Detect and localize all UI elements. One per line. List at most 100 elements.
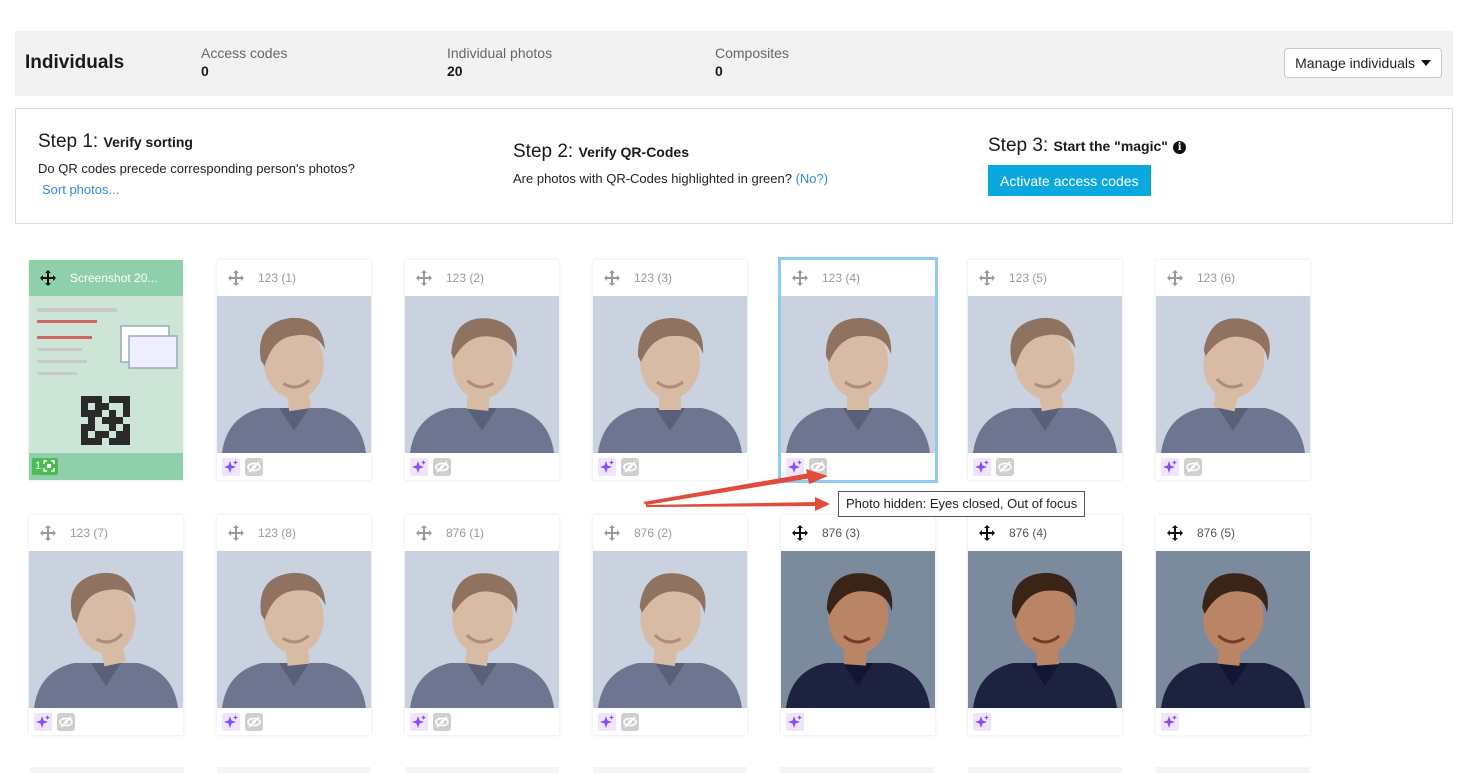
sort-photos-link[interactable]: Sort photos... (42, 182, 119, 197)
sparkle-icon[interactable] (1161, 458, 1179, 476)
move-icon[interactable] (40, 270, 56, 286)
eye-off-icon[interactable] (245, 713, 263, 731)
photo-name: Screenshot 20... (70, 271, 158, 285)
student-photo[interactable] (781, 551, 935, 708)
eye-off-icon[interactable] (1184, 458, 1202, 476)
eye-off-icon[interactable] (57, 713, 75, 731)
sparkle-icon[interactable] (222, 713, 240, 731)
photo-card[interactable]: 876 (1) (405, 515, 559, 735)
step-2: Step 2: Verify QR-Codes Are photos with … (513, 141, 828, 186)
student-photo[interactable] (217, 551, 371, 708)
student-photo[interactable] (217, 296, 371, 453)
photo-name: 123 (5) (1009, 271, 1048, 285)
photo-name: 123 (2) (446, 271, 485, 285)
photo-card[interactable]: 123 (7) (29, 515, 183, 735)
qr-no-link[interactable]: (No?) (796, 171, 829, 186)
eye-off-icon[interactable] (621, 458, 639, 476)
photo-name: 876 (1) (446, 526, 485, 540)
composites-value: 0 (715, 63, 723, 79)
photo-card[interactable]: 123 (8) (217, 515, 371, 735)
card-peek (217, 767, 371, 773)
sparkle-icon[interactable] (786, 713, 804, 731)
move-icon[interactable] (604, 270, 620, 286)
eye-off-icon[interactable] (996, 458, 1014, 476)
access-codes-label: Access codes (201, 45, 288, 61)
sparkle-icon[interactable] (598, 458, 616, 476)
photo-card[interactable]: 876 (2) (593, 515, 747, 735)
move-icon[interactable] (1167, 270, 1183, 286)
sparkle-icon[interactable] (410, 713, 428, 731)
photo-card[interactable]: 876 (5) (1156, 515, 1310, 735)
qr-code-card[interactable]: Screenshot 20... 1 (29, 260, 183, 480)
card-header: 123 (1) (217, 260, 371, 296)
card-peek (780, 767, 934, 773)
student-photo[interactable] (29, 551, 183, 708)
move-icon[interactable] (416, 525, 432, 541)
qr-code-image[interactable] (29, 296, 183, 453)
card-footer (593, 708, 747, 735)
steps-panel: Step 1: Verify sorting Do QR codes prece… (15, 108, 1453, 224)
photo-card[interactable]: 123 (4) (778, 257, 938, 483)
move-icon[interactable] (40, 525, 56, 541)
photo-card[interactable]: 876 (3) (781, 515, 935, 735)
photo-card[interactable]: 123 (2) (405, 260, 559, 480)
student-photo[interactable] (1156, 296, 1310, 453)
move-icon[interactable] (228, 270, 244, 286)
card-header: 876 (2) (593, 515, 747, 551)
photo-card[interactable]: 123 (6) (1156, 260, 1310, 480)
move-icon[interactable] (604, 525, 620, 541)
qr-scan-icon (43, 460, 55, 472)
individuals-title: Individuals (25, 52, 125, 73)
sparkle-icon[interactable] (34, 713, 52, 731)
eye-off-icon[interactable] (245, 458, 263, 476)
step-1-description: Do QR codes precede corresponding person… (38, 161, 355, 176)
move-icon[interactable] (1167, 525, 1183, 541)
photo-card[interactable]: 123 (1) (217, 260, 371, 480)
student-photo[interactable] (405, 551, 559, 708)
eye-off-icon[interactable] (433, 713, 451, 731)
sparkle-icon[interactable] (598, 713, 616, 731)
photo-hidden-tooltip: Photo hidden: Eyes closed, Out of focus (838, 491, 1086, 517)
eye-off-icon[interactable] (621, 713, 639, 731)
student-photo[interactable] (593, 551, 747, 708)
move-icon[interactable] (979, 270, 995, 286)
photo-card[interactable]: 123 (3) (593, 260, 747, 480)
sparkle-icon[interactable] (222, 458, 240, 476)
student-photo[interactable] (1156, 551, 1310, 708)
photo-name: 123 (8) (258, 526, 297, 540)
photo-card[interactable]: 876 (4) (968, 515, 1122, 735)
sparkle-icon[interactable] (973, 713, 991, 731)
move-icon[interactable] (979, 525, 995, 541)
eye-off-icon[interactable] (433, 458, 451, 476)
photo-name: 123 (4) (822, 271, 861, 285)
move-icon[interactable] (416, 270, 432, 286)
student-photo[interactable] (968, 296, 1122, 453)
student-photo[interactable] (781, 296, 935, 453)
manage-individuals-button[interactable]: Manage individuals (1284, 48, 1442, 78)
access-codes-stat: Access codes 0 (201, 45, 287, 79)
sparkle-icon[interactable] (786, 458, 804, 476)
info-icon[interactable]: i (1173, 141, 1187, 154)
activate-access-codes-button[interactable]: Activate access codes (988, 165, 1151, 196)
move-icon[interactable] (792, 270, 808, 286)
sparkle-icon[interactable] (973, 458, 991, 476)
move-icon[interactable] (792, 525, 808, 541)
student-photo[interactable] (968, 551, 1122, 708)
card-peek (968, 767, 1122, 773)
student-photo[interactable] (405, 296, 559, 453)
card-peek (405, 767, 559, 773)
step-3-prefix: Step 3: (988, 135, 1054, 156)
card-header: 123 (5) (968, 260, 1122, 296)
step-2-description: Are photos with QR-Codes highlighted in … (513, 171, 828, 186)
student-photo[interactable] (593, 296, 747, 453)
card-footer (781, 453, 935, 480)
card-footer (29, 708, 183, 735)
step-1-title: Step 1: Verify sorting (38, 131, 355, 153)
eye-off-icon[interactable] (809, 458, 827, 476)
sparkle-icon[interactable] (410, 458, 428, 476)
move-icon[interactable] (228, 525, 244, 541)
caret-down-icon (1421, 60, 1431, 66)
sparkle-icon[interactable] (1161, 713, 1179, 731)
card-header: 876 (5) (1156, 515, 1310, 551)
photo-card[interactable]: 123 (5) (968, 260, 1122, 480)
